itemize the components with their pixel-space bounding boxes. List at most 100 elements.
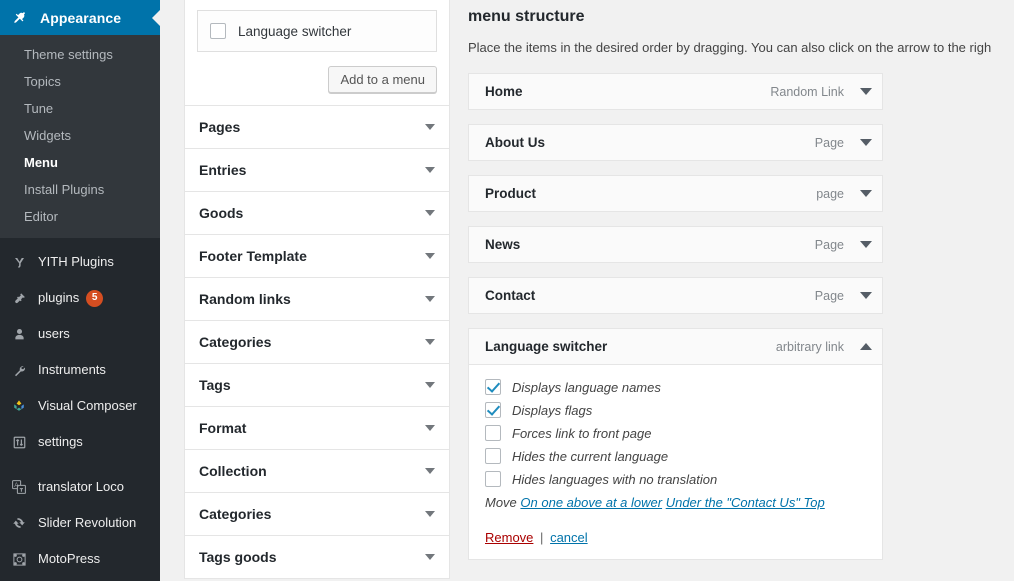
appearance-submenu: Theme settings Topics Tune Widgets Menu … — [0, 35, 160, 238]
chevron-down-icon[interactable] — [425, 468, 435, 474]
accordion-collection[interactable]: Collection — [184, 450, 450, 493]
sidebar-item-menu[interactable]: Menu — [0, 149, 160, 176]
user-icon — [8, 324, 30, 344]
sidebar-item-translator-loco[interactable]: A translator Loco — [0, 469, 160, 505]
accordion-categories[interactable]: Categories — [184, 321, 450, 364]
accordion-categories-2[interactable]: Categories — [184, 493, 450, 536]
chevron-down-icon[interactable] — [425, 382, 435, 388]
sidebar-item-widgets[interactable]: Widgets — [0, 122, 160, 149]
sidebar-item-topics[interactable]: Topics — [0, 68, 160, 95]
sidebar-header-appearance[interactable]: Appearance — [0, 0, 160, 35]
accordion-tags-goods[interactable]: Tags goods — [184, 536, 450, 579]
sidebar-item-visual-composer[interactable]: Visual Composer — [0, 388, 160, 424]
chevron-down-icon[interactable] — [425, 124, 435, 130]
move-row: Move On one above at a lower Under the "… — [485, 495, 866, 510]
menu-item-type: Page — [814, 288, 844, 303]
menu-item-type: Random Link — [770, 84, 844, 99]
move-label: Move — [485, 495, 517, 510]
menu-structure-panel: menu structure Place the items in the de… — [460, 0, 1014, 581]
pin-icon — [12, 10, 32, 25]
menu-item-type: Page — [814, 135, 844, 150]
chevron-up-icon[interactable] — [860, 343, 872, 350]
remove-link[interactable]: Remove — [485, 530, 533, 545]
sidebar-item-settings[interactable]: settings — [0, 424, 160, 460]
language-switcher-option-row[interactable]: Language switcher — [197, 10, 437, 52]
chevron-down-icon[interactable] — [860, 88, 872, 95]
chevron-down-icon[interactable] — [425, 210, 435, 216]
option-hides-current-language[interactable]: Hides the current language — [485, 448, 866, 464]
chevron-down-icon[interactable] — [860, 292, 872, 299]
option-forces-link-to-front-page[interactable]: Forces link to front page — [485, 425, 866, 441]
accordion-footer-template[interactable]: Footer Template — [184, 235, 450, 278]
yith-icon — [8, 252, 30, 272]
sidebar-item-label: settings — [38, 434, 83, 449]
accordion-label: Categories — [199, 506, 272, 522]
language-switcher-checkbox[interactable] — [210, 23, 226, 39]
menu-item-type: arbitrary link — [775, 339, 844, 354]
admin-sidebar: Appearance Theme settings Topics Tune Wi… — [0, 0, 160, 581]
chevron-down-icon[interactable] — [425, 253, 435, 259]
sidebar-item-motopress[interactable]: MotoPress — [0, 541, 160, 577]
sidebar-item-theme-settings[interactable]: Theme settings — [0, 41, 160, 68]
wrench-icon — [8, 360, 30, 380]
chevron-down-icon[interactable] — [425, 554, 435, 560]
menu-item-news[interactable]: News Page — [468, 226, 883, 263]
sidebar-item-editor[interactable]: Editor — [0, 203, 160, 230]
sidebar-item-users[interactable]: users — [0, 316, 160, 352]
menu-item-contact[interactable]: Contact Page — [468, 277, 883, 314]
chevron-down-icon[interactable] — [860, 241, 872, 248]
wordpress-admin-screen: Appearance Theme settings Topics Tune Wi… — [0, 0, 1014, 581]
displays-flags-checkbox[interactable] — [485, 402, 501, 418]
sidebar-item-slider-revolution[interactable]: Slider Revolution — [0, 505, 160, 541]
menu-item-home[interactable]: Home Random Link — [468, 73, 883, 110]
sidebar-item-label: translator Loco — [38, 479, 124, 494]
chevron-down-icon[interactable] — [425, 339, 435, 345]
sidebar-item-hide-the-menu[interactable]: Hide the menu — [0, 577, 160, 581]
sidebar-item-install-plugins[interactable]: Install Plugins — [0, 176, 160, 203]
accordion-entries[interactable]: Entries — [184, 149, 450, 192]
menu-item-language-switcher[interactable]: Language switcher arbitrary link — [468, 328, 883, 365]
chevron-down-icon[interactable] — [860, 190, 872, 197]
option-label: Displays language names — [512, 379, 661, 395]
accordion-tags[interactable]: Tags — [184, 364, 450, 407]
menu-items-list: Home Random Link About Us Page Product p… — [468, 73, 883, 560]
language-switcher-metabox: Language switcher Add to a menu — [184, 0, 450, 106]
accordion-format[interactable]: Format — [184, 407, 450, 450]
sidebar-item-tune[interactable]: Tune — [0, 95, 160, 122]
accordion-pages[interactable]: Pages — [184, 106, 450, 149]
option-label: Hides the current language — [512, 448, 669, 464]
cancel-link[interactable]: cancel — [550, 530, 588, 545]
sidebar-item-instruments[interactable]: Instruments — [0, 352, 160, 388]
option-hides-languages-no-translation[interactable]: Hides languages with no translation — [485, 471, 866, 487]
option-displays-language-names[interactable]: Displays language names — [485, 379, 866, 395]
accordion-random-links[interactable]: Random links — [184, 278, 450, 321]
move-under-contact-link[interactable]: Under the "Contact Us" Top — [666, 495, 825, 510]
chevron-down-icon[interactable] — [860, 139, 872, 146]
accordion-label: Entries — [199, 162, 247, 178]
sidebar-item-label: users — [38, 326, 70, 341]
sidebar-item-yith-plugins[interactable]: YITH Plugins — [0, 244, 160, 280]
chevron-down-icon[interactable] — [425, 511, 435, 517]
accordion-label: Format — [199, 420, 247, 436]
menu-item-product[interactable]: Product page — [468, 175, 883, 212]
accordion-label: Categories — [199, 334, 272, 350]
chevron-down-icon[interactable] — [425, 167, 435, 173]
hides-languages-no-translation-checkbox[interactable] — [485, 471, 501, 487]
menu-item-name: Contact — [485, 288, 536, 303]
option-displays-flags[interactable]: Displays flags — [485, 402, 866, 418]
forces-link-front-page-checkbox[interactable] — [485, 425, 501, 441]
sidebar-item-plugins[interactable]: plugins 5 — [0, 280, 160, 316]
hides-current-language-checkbox[interactable] — [485, 448, 501, 464]
chevron-down-icon[interactable] — [425, 296, 435, 302]
displays-language-names-checkbox[interactable] — [485, 379, 501, 395]
move-up-link[interactable]: On one above at a lower — [520, 495, 662, 510]
menu-item-type: Page — [814, 237, 844, 252]
menu-item-name: News — [485, 237, 521, 252]
accordion-goods[interactable]: Goods — [184, 192, 450, 235]
menu-item-about-us[interactable]: About Us Page — [468, 124, 883, 161]
sidebar-item-label: Slider Revolution — [38, 515, 137, 530]
add-to-menu-button[interactable]: Add to a menu — [328, 66, 437, 93]
chevron-down-icon[interactable] — [425, 425, 435, 431]
option-label: Forces link to front page — [512, 425, 652, 441]
accordion-label: Collection — [199, 463, 267, 479]
